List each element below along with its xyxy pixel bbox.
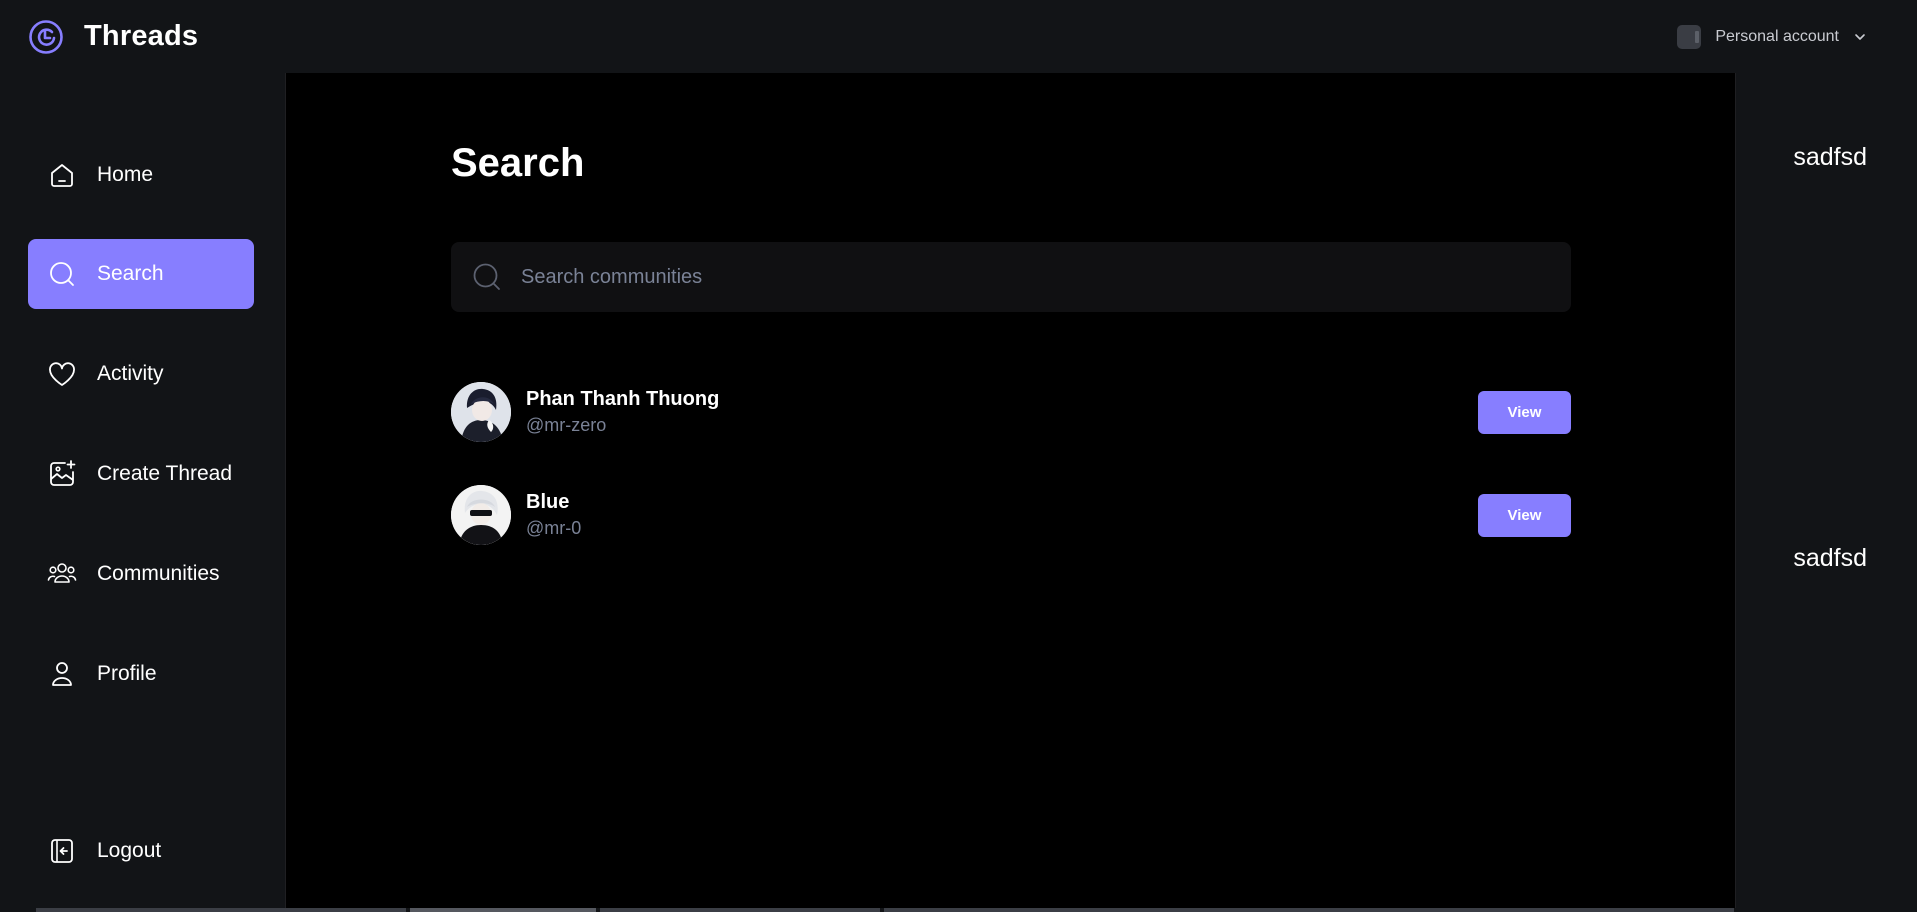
sidebar-item-label: Profile <box>97 662 157 685</box>
scrollbar-track <box>600 908 880 912</box>
logout-button[interactable]: Logout <box>28 816 254 886</box>
right-sidebar: sadfsd sadfsd <box>1736 73 1917 912</box>
sidebar-item-label: Activity <box>97 362 164 385</box>
logout-icon <box>51 839 73 863</box>
sidebar-item-label: Search <box>97 262 164 285</box>
result-handle: @mr-0 <box>526 518 582 538</box>
search-bar[interactable] <box>451 242 1571 312</box>
sidebar-item-label: Communities <box>97 562 220 585</box>
user-icon <box>52 662 72 686</box>
sidebar-item-activity[interactable]: Activity <box>28 339 254 409</box>
main-content: Search Phan Thanh Thuong @mr-zero View <box>285 73 1736 912</box>
search-result-row: Blue @mr-0 View <box>451 485 1571 545</box>
heart-icon <box>49 362 75 386</box>
avatar-image <box>451 485 511 545</box>
search-icon <box>50 262 74 286</box>
home-icon <box>51 164 73 187</box>
account-label: Personal account <box>1715 27 1839 45</box>
right-sidebar-text: sadfsd <box>1793 143 1867 171</box>
view-button[interactable]: View <box>1478 390 1571 434</box>
avatar-image <box>451 382 511 442</box>
threads-logo-icon <box>29 19 63 54</box>
sidebar-item-profile[interactable]: Profile <box>28 639 254 709</box>
result-text: Blue @mr-0 <box>526 491 581 539</box>
logout-label: Logout <box>97 839 162 862</box>
view-button[interactable]: View <box>1478 493 1571 537</box>
scrollbar-thumb[interactable] <box>410 908 596 912</box>
sidebar-item-search[interactable]: Search <box>28 239 254 309</box>
sidebar-item-label: Create Thread <box>97 462 233 485</box>
sidebar-item-communities[interactable]: Communities <box>28 539 254 609</box>
search-result-row: Phan Thanh Thuong @mr-zero View <box>451 382 1571 442</box>
page-title: Search <box>451 141 585 185</box>
result-text: Phan Thanh Thuong @mr-zero <box>526 388 719 436</box>
brand[interactable]: Threads <box>28 19 198 55</box>
right-sidebar-text: sadfsd <box>1793 544 1867 572</box>
avatar <box>451 485 511 545</box>
sidebar-item-create-thread[interactable]: Create Thread <box>28 439 254 509</box>
users-icon <box>47 563 77 583</box>
result-name: Blue <box>526 491 570 513</box>
search-input[interactable] <box>521 265 1521 289</box>
sidebar-item-label: Home <box>97 163 154 186</box>
avatar <box>451 382 511 442</box>
app-name: Threads <box>84 20 199 52</box>
scrollbar-track <box>884 908 1734 912</box>
scrollbar-track <box>36 908 406 912</box>
search-icon <box>473 263 500 290</box>
sidebar-item-home[interactable]: Home <box>28 140 254 210</box>
image-plus-icon <box>50 460 76 486</box>
account-avatar <box>1677 24 1702 49</box>
result-name: Phan Thanh Thuong <box>526 388 720 410</box>
left-sidebar: Home Search Activity Create Thread Commu… <box>0 73 285 912</box>
chevron-down-icon <box>1855 33 1865 40</box>
top-bar: Threads Personal account <box>0 0 1917 73</box>
result-handle: @mr-zero <box>526 415 607 435</box>
account-switcher[interactable]: Personal account <box>1677 24 1867 49</box>
horizontal-scrollbar[interactable] <box>0 908 1917 912</box>
